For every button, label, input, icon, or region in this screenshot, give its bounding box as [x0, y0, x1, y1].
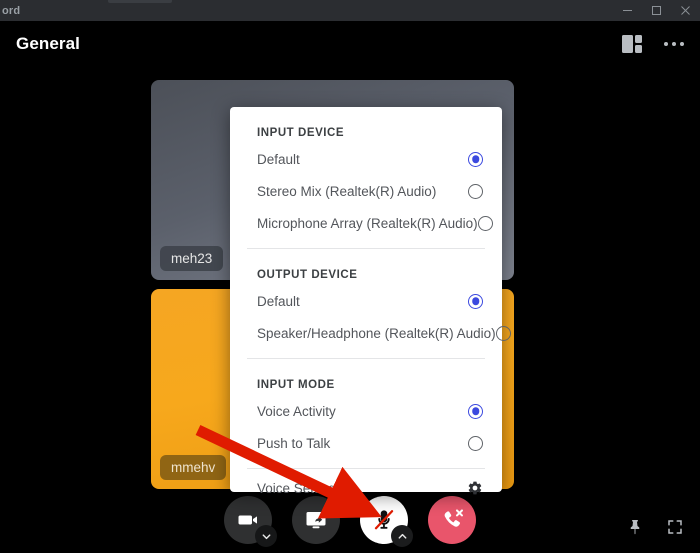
input-device-option-default[interactable]: Default	[244, 143, 488, 175]
gear-icon	[467, 480, 483, 496]
stage-corner-actions	[626, 518, 684, 536]
channel-header: General	[0, 21, 700, 67]
radio-button[interactable]	[468, 435, 483, 451]
close-button[interactable]	[671, 0, 700, 21]
radio-button[interactable]	[468, 293, 483, 309]
voice-settings-label: Voice Settings	[257, 480, 343, 496]
microphone-menu-button[interactable]	[391, 525, 413, 547]
option-label: Microphone Array (Realtek(R) Audio)	[257, 215, 478, 231]
screen-share-icon	[306, 512, 326, 529]
section-title-input-device: INPUT DEVICE	[257, 127, 345, 139]
radio-button[interactable]	[468, 151, 483, 167]
layout-button[interactable]	[622, 35, 642, 53]
output-device-option-speaker-headphone[interactable]: Speaker/Headphone (Realtek(R) Audio)	[244, 317, 511, 349]
app-title: ord	[2, 4, 21, 17]
title-bar[interactable]: ord	[0, 0, 700, 21]
input-device-option-stereo-mix[interactable]: Stereo Mix (Realtek(R) Audio)	[244, 175, 488, 207]
voice-settings-row[interactable]: Voice Settings	[244, 469, 488, 507]
output-device-option-default[interactable]: Default	[244, 285, 488, 317]
page-title: General	[16, 34, 81, 53]
fullscreen-icon	[668, 520, 682, 534]
radio-button[interactable]	[468, 183, 483, 199]
maximize-button[interactable]	[642, 0, 671, 21]
title-bar-grip	[108, 0, 172, 3]
input-mode-option-push-to-talk[interactable]: Push to Talk	[244, 427, 488, 459]
input-mode-option-voice-activity[interactable]: Voice Activity	[244, 395, 488, 427]
section-title-output-device: OUTPUT DEVICE	[257, 269, 358, 281]
layout-icon	[622, 35, 642, 53]
camera-menu-button[interactable]	[255, 525, 277, 547]
radio-button[interactable]	[495, 325, 511, 341]
audio-settings-popup[interactable]: INPUT DEVICE Default Stereo Mix (Realtek…	[230, 107, 511, 496]
option-label: Speaker/Headphone (Realtek(R) Audio)	[257, 325, 496, 341]
participant-name: mmehv	[160, 455, 227, 480]
more-options-button[interactable]	[664, 42, 684, 46]
option-label: Default	[257, 151, 300, 167]
window-controls	[613, 0, 700, 21]
option-label: Default	[257, 293, 300, 309]
radio-button[interactable]	[477, 215, 493, 231]
chevron-down-icon	[262, 533, 270, 539]
option-label: Voice Activity	[257, 403, 336, 419]
more-options-icon	[664, 42, 684, 46]
option-label: Stereo Mix (Realtek(R) Audio)	[257, 183, 437, 199]
option-label: Push to Talk	[257, 435, 331, 451]
chevron-up-icon	[398, 533, 406, 539]
section-title-input-mode: INPUT MODE	[257, 379, 335, 391]
radio-button[interactable]	[468, 403, 483, 419]
fullscreen-button[interactable]	[666, 518, 684, 536]
input-device-option-microphone-array[interactable]: Microphone Array (Realtek(R) Audio)	[244, 207, 493, 239]
minimize-button[interactable]	[613, 0, 642, 21]
pin-button[interactable]	[626, 518, 644, 536]
pin-icon	[630, 519, 640, 535]
header-actions	[622, 35, 684, 53]
participant-name: meh23	[160, 246, 224, 271]
hangup-icon	[444, 509, 463, 527]
